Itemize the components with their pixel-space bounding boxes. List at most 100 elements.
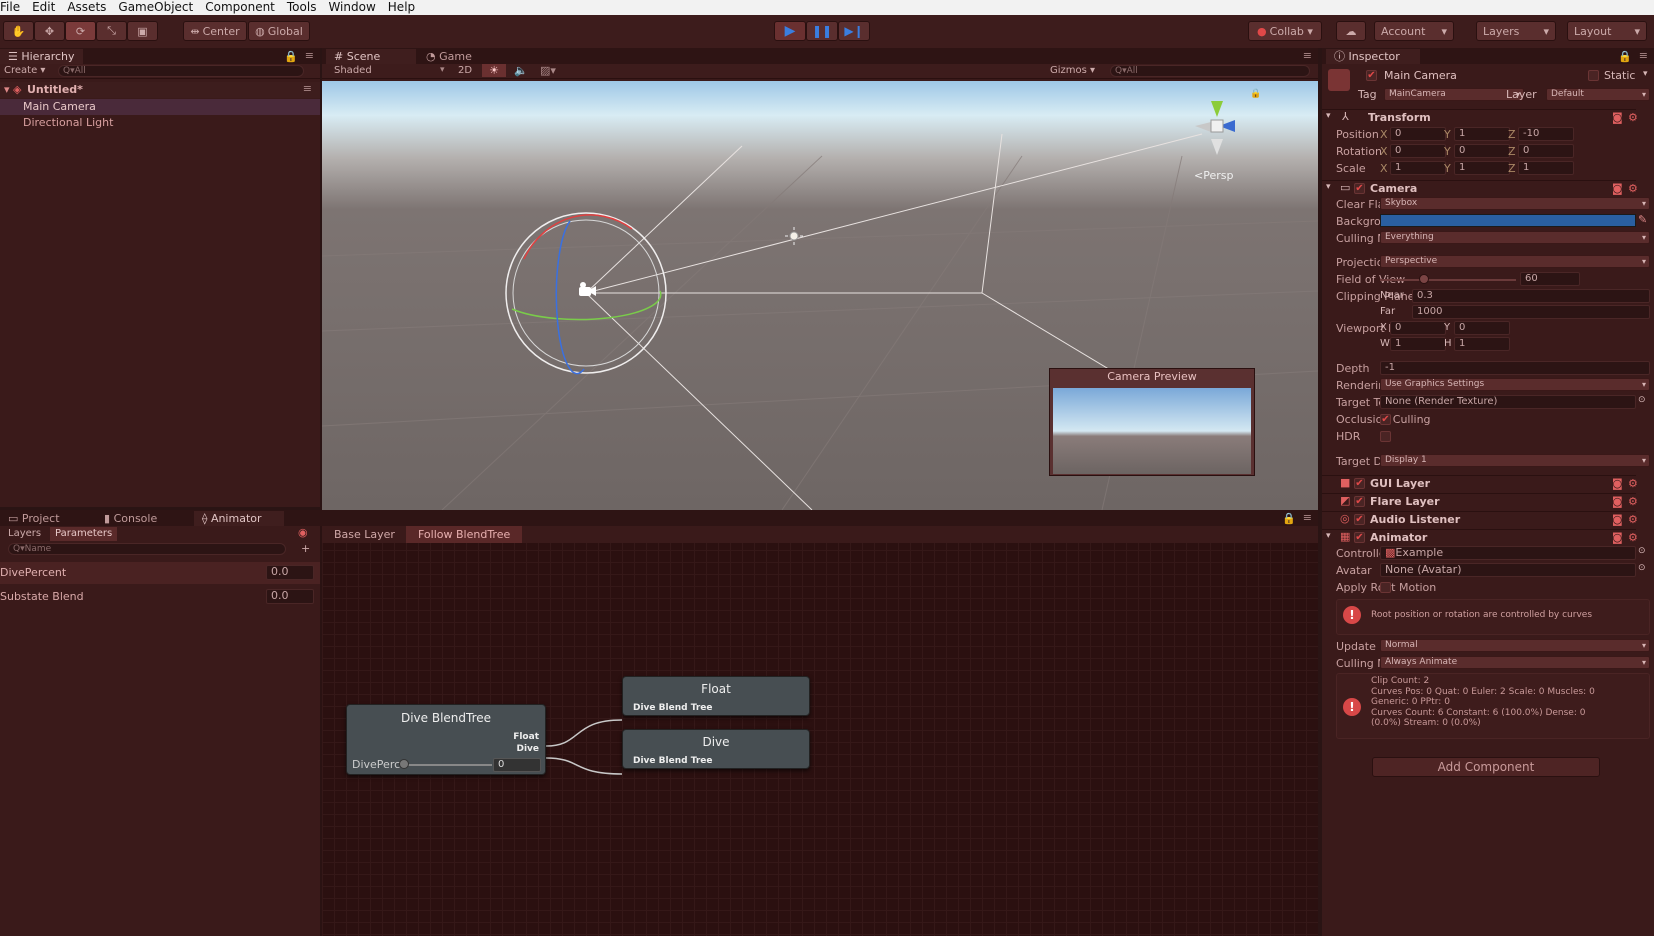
animator-graph[interactable]: Base Layer Follow BlendTree Dive BlendTr…: [322, 526, 1318, 936]
scene-menu-icon[interactable]: ≡: [303, 82, 312, 95]
parameter-search-input[interactable]: Q▾Name: [8, 543, 286, 555]
gui-layer-header[interactable]: ■ ✔ GUI Layer ◙ ⚙: [1322, 475, 1638, 492]
blend-value-input[interactable]: 0: [493, 758, 541, 772]
persp-label[interactable]: <Persp: [1194, 169, 1233, 182]
gizmos-dropdown[interactable]: Gizmos ▾: [1050, 65, 1095, 76]
add-parameter-button[interactable]: +: [301, 542, 310, 555]
help-icon[interactable]: ◙: [1612, 111, 1623, 124]
rotation-x-input[interactable]: 0: [1390, 144, 1446, 158]
scene-row[interactable]: ▾ ◈ Untitled* ≡: [0, 82, 320, 98]
projection-dropdown[interactable]: Perspective: [1380, 255, 1650, 268]
rendering-path-dropdown[interactable]: Use Graphics Settings: [1380, 378, 1650, 391]
avatar-field[interactable]: None (Avatar): [1380, 563, 1636, 577]
step-button[interactable]: ▶❙: [838, 21, 870, 41]
target-display-dropdown[interactable]: Display 1: [1380, 454, 1650, 467]
gear-icon[interactable]: ⚙: [1628, 477, 1638, 490]
layers-dropdown[interactable]: Layers ▾: [1476, 21, 1556, 41]
eye-icon[interactable]: ◉: [298, 526, 308, 539]
menu-window[interactable]: Window: [322, 0, 381, 15]
rotate-icon[interactable]: ⟳: [65, 21, 96, 41]
lock-icon[interactable]: 🔒: [1618, 50, 1632, 63]
position-x-input[interactable]: 0: [1390, 127, 1446, 141]
lighting-icon[interactable]: ☀: [482, 64, 506, 77]
update-mode-dropdown[interactable]: Normal: [1380, 639, 1650, 652]
expand-arrow-icon[interactable]: ▾: [4, 83, 10, 96]
position-z-input[interactable]: -10: [1518, 127, 1574, 141]
component-enabled-checkbox[interactable]: ✔: [1354, 183, 1365, 194]
menu-assets[interactable]: Assets: [61, 0, 112, 15]
panel-menu-icon[interactable]: ≡: [305, 49, 314, 62]
pause-button[interactable]: ❚❚: [806, 21, 838, 41]
add-component-button[interactable]: Add Component: [1372, 757, 1600, 777]
lock-icon[interactable]: 🔒: [284, 50, 298, 63]
collab-button[interactable]: ● Collab ▾: [1248, 21, 1322, 41]
help-icon[interactable]: ◙: [1612, 513, 1623, 526]
hdr-checkbox[interactable]: [1380, 431, 1391, 442]
move-icon[interactable]: ✥: [34, 21, 65, 41]
parameter-value-input[interactable]: 0.0: [266, 565, 314, 580]
apply-root-motion-checkbox[interactable]: [1380, 582, 1391, 593]
breadcrumb-follow-blendtree[interactable]: Follow BlendTree: [406, 526, 523, 543]
scale-x-input[interactable]: 1: [1390, 161, 1446, 175]
culling-mode-dropdown[interactable]: Always Animate: [1380, 656, 1650, 669]
subtab-parameters[interactable]: Parameters: [50, 527, 118, 541]
tab-hierarchy[interactable]: ☰ Hierarchy: [0, 49, 83, 64]
component-enabled-checkbox[interactable]: ✔: [1354, 496, 1365, 507]
blend-slider-thumb[interactable]: [399, 759, 409, 769]
rect-tool-icon[interactable]: ▣: [127, 21, 158, 41]
effects-icon[interactable]: ▨▾: [540, 64, 556, 77]
gear-icon[interactable]: ⚙: [1628, 531, 1638, 544]
help-icon[interactable]: ◙: [1612, 495, 1623, 508]
gizmo-lock-icon[interactable]: 🔒: [1250, 89, 1261, 99]
breadcrumb-base-layer[interactable]: Base Layer: [322, 526, 407, 543]
hierarchy-item-directional-light[interactable]: Directional Light: [0, 115, 320, 131]
tag-dropdown[interactable]: MainCamera: [1384, 88, 1524, 101]
component-enabled-checkbox[interactable]: ✔: [1354, 532, 1365, 543]
gear-icon[interactable]: ⚙: [1628, 182, 1638, 195]
occlusion-culling-checkbox[interactable]: ✔: [1380, 414, 1391, 425]
space-toggle[interactable]: ◍ Global: [248, 21, 310, 41]
parameter-row[interactable]: Substate Blend 0.0: [0, 586, 320, 608]
scale-z-input[interactable]: 1: [1518, 161, 1574, 175]
component-enabled-checkbox[interactable]: ✔: [1354, 478, 1365, 489]
panel-menu-icon[interactable]: ≡: [1303, 511, 1312, 524]
layout-dropdown[interactable]: Layout ▾: [1567, 21, 1647, 41]
menu-gameobject[interactable]: GameObject: [112, 0, 199, 15]
rotation-y-input[interactable]: 0: [1454, 144, 1510, 158]
camera-header[interactable]: ▾ ▭ ✔ Camera ◙ ⚙: [1322, 180, 1638, 197]
scene-search-input[interactable]: Q▾All: [1110, 65, 1310, 77]
menu-help[interactable]: Help: [382, 0, 421, 15]
mode-2d-toggle[interactable]: 2D: [458, 65, 472, 76]
scale-icon[interactable]: ⤡: [96, 21, 127, 41]
menu-file[interactable]: File: [0, 0, 26, 15]
object-picker-icon[interactable]: ⊙: [1638, 563, 1646, 573]
subtab-layers[interactable]: Layers: [4, 527, 45, 541]
clear-flags-dropdown[interactable]: Skybox: [1380, 197, 1650, 210]
menu-component[interactable]: Component: [199, 0, 281, 15]
panel-menu-icon[interactable]: ≡: [1639, 49, 1648, 62]
tab-animator[interactable]: ⟠ Animator: [194, 511, 284, 526]
audio-icon[interactable]: 🔈: [514, 64, 528, 77]
tab-scene[interactable]: # Scene: [326, 49, 416, 64]
help-icon[interactable]: ◙: [1612, 531, 1623, 544]
parameter-value-input[interactable]: 0.0: [266, 589, 314, 604]
rotation-z-input[interactable]: 0: [1518, 144, 1574, 158]
near-input[interactable]: 0.3: [1412, 289, 1650, 303]
viewport-x-input[interactable]: 0: [1390, 321, 1446, 335]
object-picker-icon[interactable]: ⊙: [1638, 546, 1646, 556]
fov-slider-thumb[interactable]: [1419, 274, 1429, 284]
create-dropdown[interactable]: Create ▾: [4, 65, 45, 76]
position-y-input[interactable]: 1: [1454, 127, 1510, 141]
far-input[interactable]: 1000: [1412, 305, 1650, 319]
pivot-toggle[interactable]: ⇹ Center: [183, 21, 247, 41]
help-icon[interactable]: ◙: [1612, 182, 1623, 195]
viewport-y-input[interactable]: 0: [1454, 321, 1510, 335]
object-name-field[interactable]: Main Camera: [1384, 69, 1457, 82]
menu-tools[interactable]: Tools: [281, 0, 323, 15]
foldout-arrow-icon[interactable]: ▾: [1326, 531, 1331, 541]
lock-icon[interactable]: 🔒: [1282, 512, 1296, 525]
static-checkbox[interactable]: ✔: [1588, 70, 1599, 81]
object-picker-icon[interactable]: ⊙: [1638, 395, 1646, 405]
viewport-h-input[interactable]: 1: [1454, 337, 1510, 351]
blend-slider-track[interactable]: [402, 764, 492, 766]
